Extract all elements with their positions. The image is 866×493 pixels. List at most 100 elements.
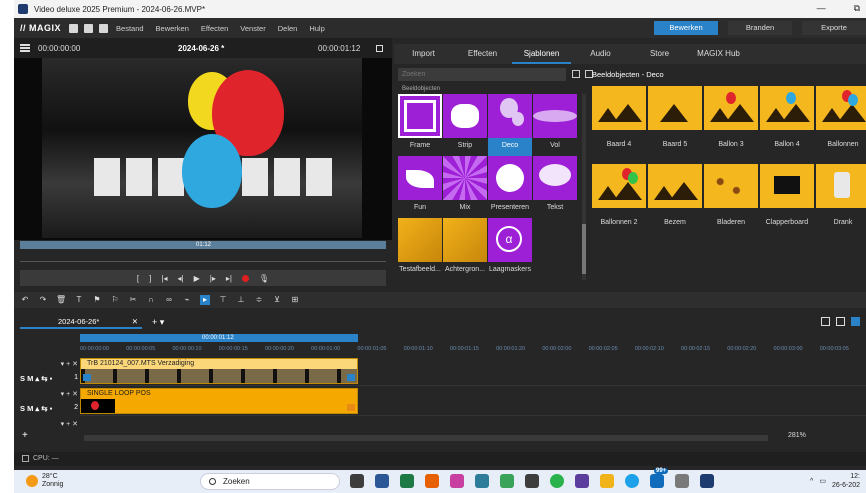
clip-fade-out-handle[interactable] [347,374,355,381]
title-clip[interactable]: SINGLE LOOP POS [80,388,358,414]
menu-bewerken[interactable]: Bewerken [156,24,189,33]
menu-hulp[interactable]: Hulp [309,24,324,33]
mark-out-button[interactable]: ] [149,274,151,283]
mix-icon[interactable]: ⊻ [272,295,282,305]
template-strip[interactable]: Strip [443,94,487,156]
menu-venster[interactable]: Venster [240,24,265,33]
word-icon[interactable] [375,474,389,488]
mode-exporteren-button[interactable]: Exporte [802,21,866,35]
tab-magix-hub[interactable]: MAGIX Hub [689,44,748,64]
menu-effecten[interactable]: Effecten [201,24,228,33]
whatsapp-icon[interactable] [550,474,564,488]
track-lane-2[interactable]: SINGLE LOOP POS [80,386,866,416]
text-icon[interactable]: T [74,295,84,305]
open-folder-icon[interactable] [84,23,94,33]
track-top-controls[interactable]: ▾ + ✕ [61,390,78,398]
object-item[interactable]: Ballon 3 [704,86,758,164]
current-timecode[interactable]: 00:00:00:00 [38,44,80,53]
excel-icon[interactable] [400,474,414,488]
template-presenteren[interactable]: Presenteren [488,156,532,218]
flag-icon[interactable]: ⚐ [110,295,120,305]
redo-icon[interactable]: ↷ [38,295,48,305]
app-icon[interactable] [675,474,689,488]
magnet-icon[interactable]: ∩ [146,295,156,305]
track-top-controls[interactable]: ▾ + ✕ [61,420,78,428]
undo-icon[interactable]: ↶ [20,295,30,305]
go-start-button[interactable]: |◂ [161,274,167,283]
track-controls[interactable]: S M ▴ ⇆ ▪ [20,374,52,383]
ripple-icon[interactable]: ⊥ [236,295,246,305]
tab-import[interactable]: Import [394,44,453,64]
template-laagmaskers[interactable]: α Laagmaskers [488,218,532,280]
fullscreen-icon[interactable] [376,44,383,52]
chrome-icon[interactable] [625,474,639,488]
template-mix[interactable]: Mix [443,156,487,218]
track-top-controls[interactable]: ▾ + ✕ [61,360,78,368]
next-button[interactable]: |▸ [210,274,216,283]
mail-icon[interactable]: 99+ [650,468,669,488]
object-item[interactable]: Baard 5 [648,86,702,164]
taskbar-search[interactable]: Zoeken [200,473,340,490]
tab-effecten[interactable]: Effecten [453,44,512,64]
app-icon[interactable] [500,474,514,488]
app-icon[interactable] [525,474,539,488]
menu-bestand[interactable]: Bestand [116,24,144,33]
link-icon[interactable]: ∞ [164,295,174,305]
play-range[interactable]: 00:00:01:12 [80,334,358,342]
object-item[interactable]: Bladeren [704,164,758,242]
tab-sjablonen[interactable]: Sjablonen [512,44,571,64]
template-frame[interactable]: Frame [398,94,442,156]
paint-icon[interactable] [450,474,464,488]
track-controls[interactable]: S M ▴ ⇆ ▪ [20,404,52,413]
cut-icon[interactable]: ✂ [128,295,138,305]
horizontal-scroll-track[interactable] [84,435,768,441]
weather-widget[interactable]: 28°C Zonnig [26,473,63,489]
project-tab[interactable]: 2024-06-26* ✕ [20,315,142,329]
hamburger-menu-icon[interactable] [20,44,30,52]
zoom-level[interactable]: 281% [788,432,806,439]
tab-audio[interactable]: Audio [571,44,630,64]
object-item[interactable]: Baard 4 [592,86,646,164]
unlink-icon[interactable]: ⌁ [182,295,192,305]
grid-view-icon[interactable] [572,70,580,78]
template-vol[interactable]: Vol [533,94,577,156]
delete-icon[interactable]: 🗑 [56,295,66,305]
tab-store[interactable]: Store [630,44,689,64]
storyboard-icon[interactable]: ⊞ [290,295,300,305]
template-achtergronden[interactable]: Achtergron... [443,218,487,280]
clip-fade-in-handle[interactable] [83,374,91,381]
object-item[interactable]: Drank [816,164,866,242]
record-icon[interactable] [241,274,249,282]
object-item[interactable]: Ballonnen 2 [592,164,646,242]
template-testafbeelding[interactable]: Testafbeeld... [398,218,442,280]
firefox-icon[interactable] [425,474,439,488]
save-icon[interactable] [99,23,109,33]
template-scrollbar[interactable] [582,94,586,280]
marker-icon[interactable]: ⚑ [92,295,102,305]
template-deco[interactable]: Deco [488,94,532,156]
scrollbar-thumb[interactable] [582,224,586,274]
add-project-button[interactable]: + ▾ [152,317,164,328]
category-header[interactable]: Beeldobjecten [402,86,582,94]
storyboard-view-icon[interactable] [821,317,830,326]
template-fun[interactable]: Fun [398,156,442,218]
object-item[interactable]: Ballonnen [816,86,866,164]
timeline-ruler[interactable]: 00:00:01:12 00:00:00:00 00:00:00:05 00:0… [80,334,866,356]
minimize-button[interactable]: — [817,3,826,14]
track-lane-1[interactable]: TrB 210124_007.MTS Verzadiging [80,356,866,386]
folder-icon[interactable] [600,474,614,488]
clip-fade-out-handle[interactable] [347,404,355,411]
add-track-button[interactable]: + [22,430,28,441]
task-view-icon[interactable] [350,474,364,488]
app-icon[interactable] [575,474,589,488]
magix-taskbar-icon[interactable] [700,474,714,488]
clock[interactable]: 12: 26-6-202 [832,472,860,490]
go-end-button[interactable]: ▸| [226,274,232,283]
mode-branden-button[interactable]: Branden [728,21,792,35]
mark-in-button[interactable]: [ [137,274,139,283]
search-input[interactable] [398,68,566,81]
app-icon[interactable] [475,474,489,488]
restore-button[interactable]: ⧉ [854,3,860,14]
split-icon[interactable]: ⊤ [218,295,228,305]
microphone-icon[interactable]: 🎙 [259,274,269,283]
